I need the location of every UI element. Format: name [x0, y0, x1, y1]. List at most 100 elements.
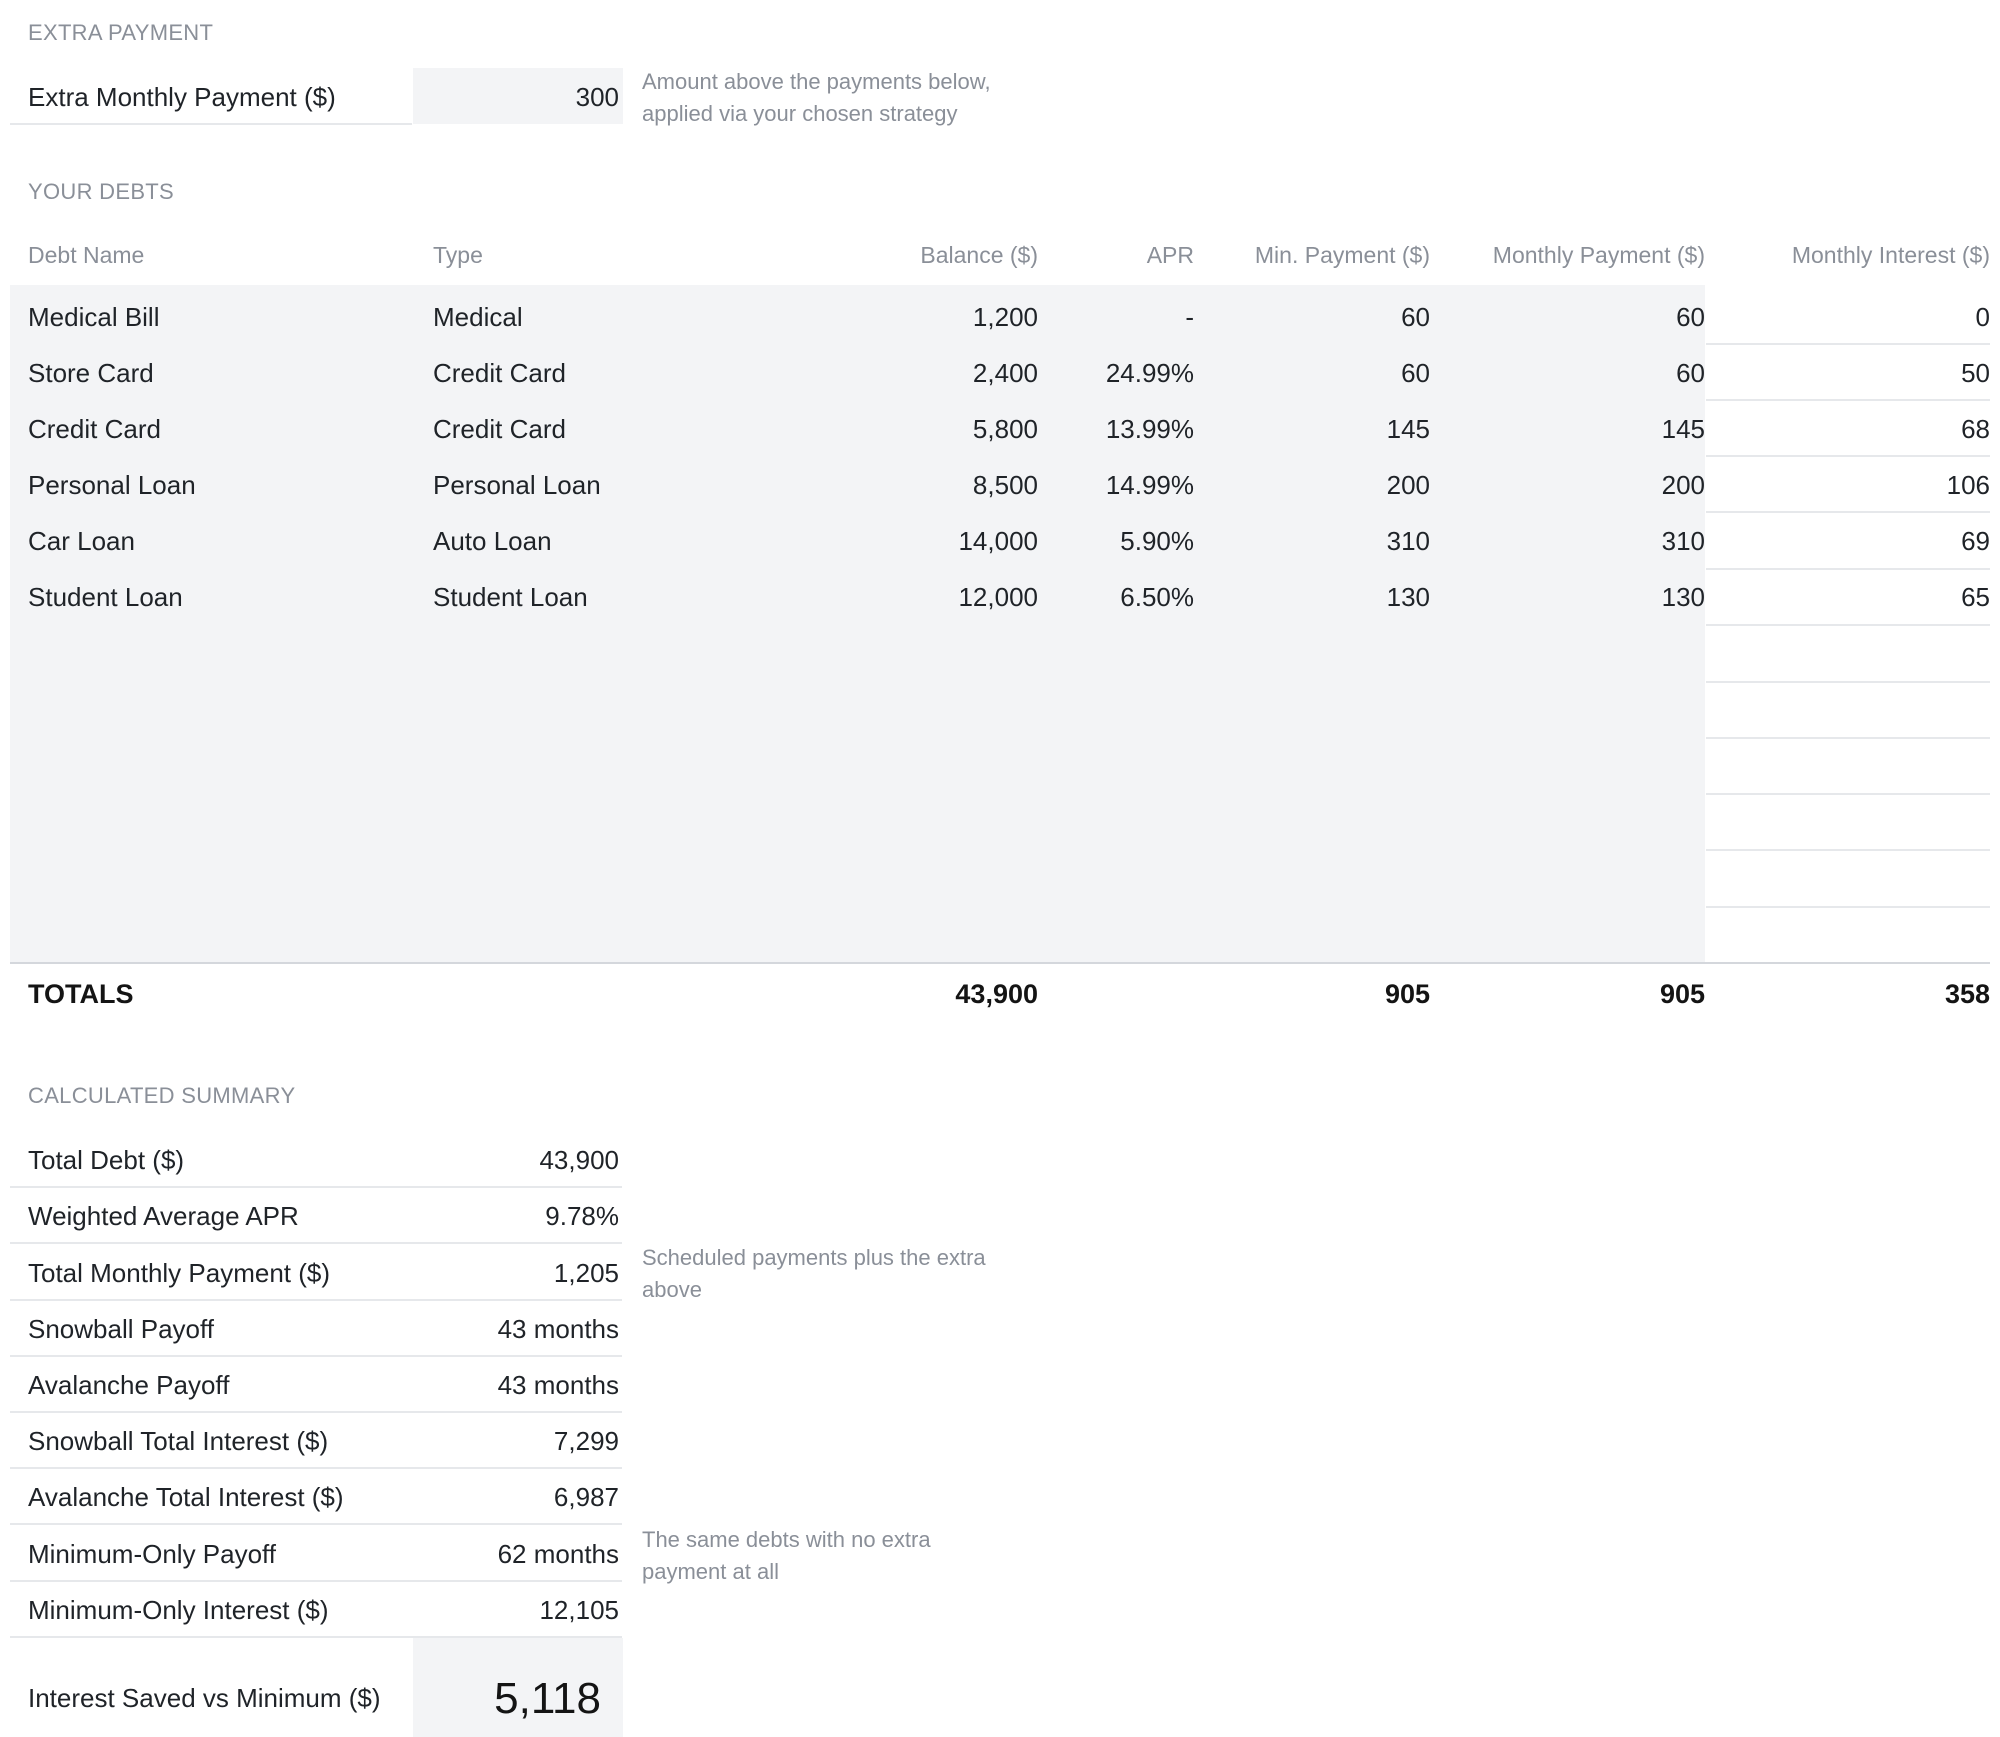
totals-monthly-interest: 358 — [1944, 979, 1990, 1009]
divider — [10, 1580, 622, 1582]
debt-balance-cell[interactable]: 5,800 — [820, 414, 1038, 445]
minimum-only-note: The same debts with no extra payment at … — [642, 1524, 931, 1588]
summary-label: Total Monthly Payment ($) — [28, 1258, 331, 1288]
debt-monthly-interest-cell: 50 — [1961, 358, 1990, 388]
note-line: payment at all — [642, 1559, 779, 1584]
debt-monthly-payment-cell[interactable]: 145 — [1440, 414, 1705, 445]
divider — [1706, 343, 1990, 345]
totals-divider — [10, 962, 1990, 964]
debt-apr-cell[interactable]: 24.99% — [1060, 358, 1194, 389]
summary-value: 43 months — [497, 1314, 619, 1344]
debt-balance-cell[interactable]: 2,400 — [820, 358, 1038, 389]
total-payment-note: Scheduled payments plus the extra above — [642, 1242, 986, 1306]
col-header-debt-name: Debt Name — [28, 242, 145, 268]
col-header-apr: APR — [1146, 242, 1194, 268]
debt-monthly-payment-cell[interactable]: 130 — [1440, 582, 1705, 613]
debt-balance-cell[interactable]: 14,000 — [820, 526, 1038, 557]
debt-name-cell[interactable]: Personal Loan — [28, 470, 196, 501]
debt-balance-cell[interactable]: 1,200 — [820, 302, 1038, 333]
debt-min-payment-cell[interactable]: 200 — [1210, 470, 1430, 501]
divider — [10, 1467, 622, 1469]
debt-name-cell[interactable]: Credit Card — [28, 414, 161, 445]
debt-min-payment-cell[interactable]: 310 — [1210, 526, 1430, 557]
debt-monthly-payment-cell[interactable]: 310 — [1440, 526, 1705, 557]
divider — [1706, 793, 1990, 795]
summary-label: Minimum-Only Payoff — [28, 1539, 277, 1569]
debt-min-payment-cell[interactable]: 60 — [1210, 302, 1430, 333]
divider — [10, 1355, 622, 1357]
debt-type-cell[interactable]: Personal Loan — [433, 470, 601, 501]
divider — [1706, 455, 1990, 457]
extra-monthly-payment-label: Extra Monthly Payment ($) — [28, 82, 336, 112]
summary-label: Minimum-Only Interest ($) — [28, 1595, 329, 1625]
divider — [10, 1299, 622, 1301]
summary-label: Weighted Average APR — [28, 1201, 299, 1231]
totals-label: TOTALS — [28, 979, 134, 1009]
debt-min-payment-cell[interactable]: 60 — [1210, 358, 1430, 389]
col-header-min-payment: Min. Payment ($) — [1254, 242, 1430, 268]
summary-value: 1,205 — [553, 1258, 619, 1288]
note-line: Scheduled payments plus the extra — [642, 1245, 986, 1270]
interest-saved-label: Interest Saved vs Minimum ($) — [28, 1683, 381, 1713]
summary-label: Total Debt ($) — [28, 1145, 185, 1175]
col-header-balance: Balance ($) — [920, 242, 1038, 268]
summary-value: 6,987 — [553, 1482, 619, 1512]
debt-type-cell[interactable]: Medical — [433, 302, 523, 333]
extra-payment-section-title: EXTRA PAYMENT — [28, 20, 214, 45]
debt-name-cell[interactable]: Car Loan — [28, 526, 135, 557]
note-line: The same debts with no extra — [642, 1527, 931, 1552]
debt-name-cell[interactable]: Student Loan — [28, 582, 183, 613]
totals-balance: 43,900 — [955, 979, 1038, 1009]
debt-balance-cell[interactable]: 8,500 — [820, 470, 1038, 501]
debt-monthly-interest-cell: 65 — [1961, 582, 1990, 612]
debt-balance-cell[interactable]: 12,000 — [820, 582, 1038, 613]
debt-monthly-payment-cell[interactable]: 60 — [1440, 302, 1705, 333]
debt-name-cell[interactable]: Store Card — [28, 358, 154, 389]
divider — [10, 123, 412, 125]
extra-payment-note: Amount above the payments below, applied… — [642, 66, 991, 130]
debt-apr-cell[interactable]: 6.50% — [1060, 582, 1194, 613]
summary-value: 43 months — [497, 1370, 619, 1400]
summary-value: 7,299 — [553, 1426, 619, 1456]
extra-monthly-payment-input[interactable]: 300 — [413, 68, 623, 124]
debt-type-cell[interactable]: Credit Card — [433, 358, 566, 389]
debt-apr-cell[interactable]: 13.99% — [1060, 414, 1194, 445]
debt-name-cell[interactable]: Medical Bill — [28, 302, 160, 333]
debt-type-cell[interactable]: Student Loan — [433, 582, 588, 613]
debt-min-payment-cell[interactable]: 130 — [1210, 582, 1430, 613]
debt-monthly-payment-cell[interactable]: 200 — [1440, 470, 1705, 501]
debt-type-cell[interactable]: Credit Card — [433, 414, 566, 445]
summary-label: Snowball Total Interest ($) — [28, 1426, 329, 1456]
debt-type-cell[interactable]: Auto Loan — [433, 526, 552, 557]
divider — [10, 1242, 622, 1244]
col-header-monthly-payment: Monthly Payment ($) — [1492, 242, 1705, 268]
debt-apr-cell[interactable]: - — [1060, 302, 1194, 333]
debt-monthly-interest-cell: 106 — [1946, 470, 1990, 500]
summary-label: Avalanche Payoff — [28, 1370, 230, 1400]
debt-apr-cell[interactable]: 5.90% — [1060, 526, 1194, 557]
debt-monthly-payment-cell[interactable]: 60 — [1440, 358, 1705, 389]
summary-value: 43,900 — [539, 1145, 619, 1175]
debt-monthly-interest-cell: 69 — [1961, 526, 1990, 556]
summary-value: 12,105 — [539, 1595, 619, 1625]
interest-saved-value: 5,118 — [413, 1638, 623, 1737]
debt-min-payment-cell[interactable]: 145 — [1210, 414, 1430, 445]
divider — [10, 1186, 622, 1188]
divider — [1706, 737, 1990, 739]
note-line: Amount above the payments below, — [642, 69, 991, 94]
debt-monthly-interest-cell: 0 — [1975, 302, 1990, 332]
col-header-type: Type — [433, 242, 483, 268]
summary-label: Avalanche Total Interest ($) — [28, 1482, 344, 1512]
divider — [1706, 511, 1990, 513]
summary-value: 9.78% — [545, 1201, 619, 1231]
divider — [1706, 681, 1990, 683]
summary-label: Snowball Payoff — [28, 1314, 214, 1344]
divider — [1706, 849, 1990, 851]
divider — [1706, 906, 1990, 908]
summary-value: 62 months — [497, 1539, 619, 1569]
note-line: applied via your chosen strategy — [642, 101, 958, 126]
divider — [10, 1523, 622, 1525]
divider — [1706, 624, 1990, 626]
debt-monthly-interest-cell: 68 — [1961, 414, 1990, 444]
debt-apr-cell[interactable]: 14.99% — [1060, 470, 1194, 501]
